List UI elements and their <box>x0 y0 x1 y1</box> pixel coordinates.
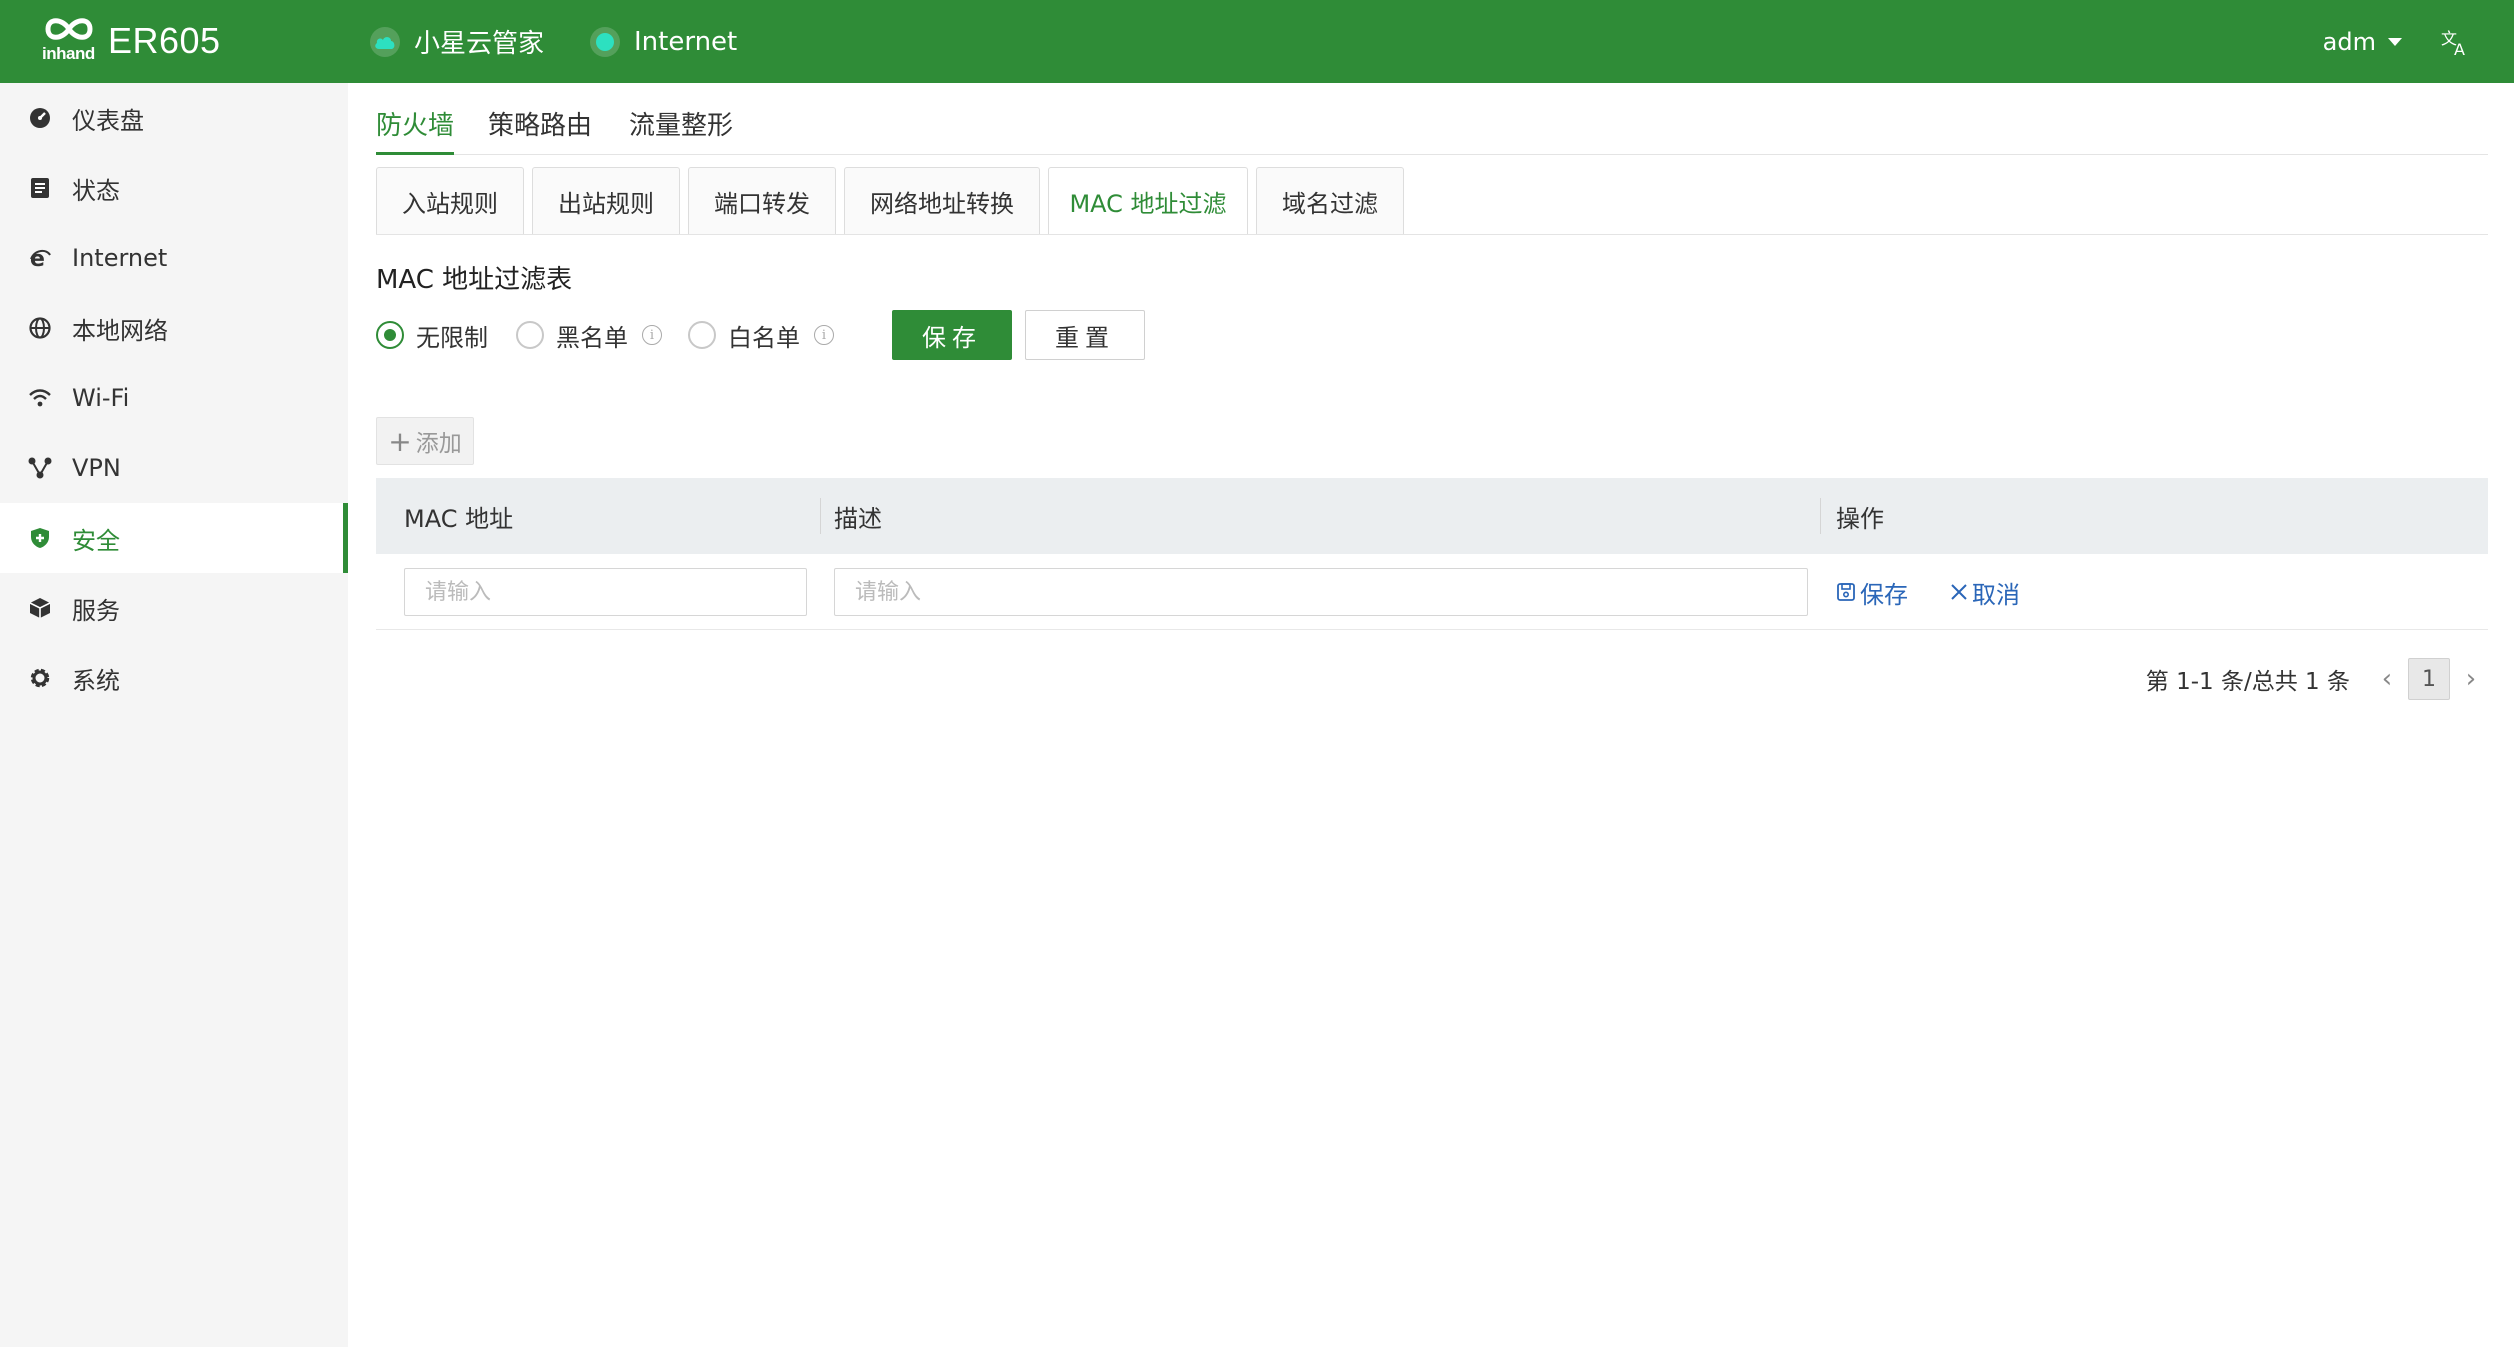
sidebar-item-internet[interactable]: e Internet <box>0 223 348 293</box>
cloud-manager-link[interactable]: 小星云管家 <box>370 0 544 83</box>
brand-logo[interactable]: inhand ER605 <box>40 12 221 70</box>
column-divider <box>820 498 821 534</box>
tab-nat[interactable]: 网络地址转换 <box>844 167 1040 235</box>
save-icon <box>1837 583 1855 601</box>
radio-blacklist-label[interactable]: 黑名单 <box>556 318 628 353</box>
column-header-mac: MAC 地址 <box>404 504 514 533</box>
row-save-button[interactable]: 保存 <box>1836 574 1908 610</box>
sidebar-item-label: 系统 <box>72 666 120 695</box>
info-icon[interactable]: i <box>642 325 662 345</box>
add-button[interactable]: + 添加 <box>376 417 474 465</box>
table-header: MAC 地址 描述 操作 <box>376 478 2488 554</box>
close-icon <box>1951 584 1967 600</box>
globe-icon <box>28 316 52 340</box>
save-button[interactable]: 保存 <box>892 310 1012 360</box>
sidebar-item-wifi[interactable]: Wi-Fi <box>0 363 348 433</box>
vpn-icon <box>28 456 52 480</box>
internet-status-dot-icon <box>590 26 620 57</box>
sidebar-item-label: Internet <box>72 244 168 272</box>
top-bar: inhand ER605 小星云管家 Internet adm 文 A <box>0 0 2514 83</box>
sidebar-item-system[interactable]: 系统 <box>0 643 348 713</box>
sidebar: 仪表盘 状态 e Internet 本地网络 Wi-Fi VPN 安全 服务 系… <box>0 83 348 1347</box>
tab-inbound-rules[interactable]: 入站规则 <box>376 167 524 235</box>
dashboard-icon <box>28 106 52 130</box>
section-title: MAC 地址过滤表 <box>376 265 573 295</box>
device-model: ER605 <box>108 20 221 61</box>
column-header-actions: 操作 <box>1836 504 1884 533</box>
chevron-left-icon[interactable]: ‹ <box>2372 664 2402 694</box>
add-button-label: 添加 <box>415 431 462 457</box>
user-menu[interactable]: adm <box>2323 0 2402 83</box>
sidebar-item-services[interactable]: 服务 <box>0 573 348 643</box>
row-cancel-button[interactable]: 取消 <box>1950 574 2020 610</box>
page-number[interactable]: 1 <box>2408 658 2450 700</box>
mac-filter-table: MAC 地址 描述 操作 保存 取消 <box>376 478 2488 630</box>
logo-word: inhand <box>42 44 95 63</box>
shield-icon <box>28 526 52 550</box>
sidebar-item-label: VPN <box>72 454 121 482</box>
sidebar-item-label: 服务 <box>72 596 120 625</box>
tab-outbound-rules[interactable]: 出站规则 <box>532 167 680 235</box>
gear-icon <box>28 666 52 690</box>
tab-port-forwarding[interactable]: 端口转发 <box>688 167 836 235</box>
main-content: 防火墙 策略路由 流量整形 入站规则 出站规则 端口转发 网络地址转换 MAC … <box>348 83 2514 1347</box>
sidebar-item-dashboard[interactable]: 仪表盘 <box>0 83 348 153</box>
table-row: 保存 取消 <box>376 554 2488 630</box>
svg-text:A: A <box>2454 40 2465 58</box>
column-header-description: 描述 <box>834 504 882 533</box>
pagination-summary: 第 1-1 条/总共 1 条 <box>2145 669 2350 695</box>
inhand-logo-icon: inhand <box>40 12 98 70</box>
secondary-tabs: 入站规则 出站规则 端口转发 网络地址转换 MAC 地址过滤 域名过滤 <box>376 83 2488 235</box>
radio-blacklist[interactable] <box>516 321 544 349</box>
sidebar-item-local-network[interactable]: 本地网络 <box>0 293 348 363</box>
radio-unrestricted-label[interactable]: 无限制 <box>416 318 488 353</box>
wifi-icon <box>28 386 52 410</box>
tab-domain-filter[interactable]: 域名过滤 <box>1256 167 1404 235</box>
sidebar-item-security[interactable]: 安全 <box>0 503 348 573</box>
cloud-icon <box>370 26 400 57</box>
cube-icon <box>28 596 52 620</box>
filter-mode-radio-group: 无限制 黑名单 i 白名单 i <box>376 310 860 360</box>
row-save-label: 保存 <box>1860 580 1908 609</box>
chevron-right-icon[interactable]: › <box>2456 664 2486 694</box>
internet-status[interactable]: Internet <box>590 0 737 83</box>
internet-status-label: Internet <box>634 26 738 57</box>
pagination: 第 1-1 条/总共 1 条 ‹ 1 › <box>2146 657 2486 701</box>
radio-whitelist-label[interactable]: 白名单 <box>728 318 800 353</box>
description-input[interactable] <box>834 568 1808 616</box>
sidebar-item-label: Wi-Fi <box>72 384 130 412</box>
caret-down-icon <box>2388 37 2402 46</box>
mac-address-input[interactable] <box>404 568 807 616</box>
info-icon[interactable]: i <box>814 325 834 345</box>
status-icon <box>28 176 52 200</box>
cloud-manager-label: 小星云管家 <box>414 29 545 59</box>
sidebar-item-label: 本地网络 <box>72 316 168 345</box>
sidebar-item-label: 状态 <box>72 176 120 205</box>
radio-unrestricted[interactable] <box>376 321 404 349</box>
username: adm <box>2322 27 2376 56</box>
translate-icon[interactable]: 文 A <box>2440 26 2474 59</box>
tabs-divider <box>376 234 2488 235</box>
radio-whitelist[interactable] <box>688 321 716 349</box>
plus-icon: + <box>388 424 412 458</box>
reset-button[interactable]: 重置 <box>1025 310 1145 360</box>
sidebar-item-label: 安全 <box>72 526 120 555</box>
sidebar-item-label: 仪表盘 <box>72 106 144 135</box>
tab-mac-filter[interactable]: MAC 地址过滤 <box>1048 167 1248 234</box>
sidebar-item-vpn[interactable]: VPN <box>0 433 348 503</box>
row-cancel-label: 取消 <box>1972 580 2020 609</box>
sidebar-item-status[interactable]: 状态 <box>0 153 348 223</box>
column-divider <box>1820 498 1821 534</box>
internet-icon: e <box>28 246 52 270</box>
